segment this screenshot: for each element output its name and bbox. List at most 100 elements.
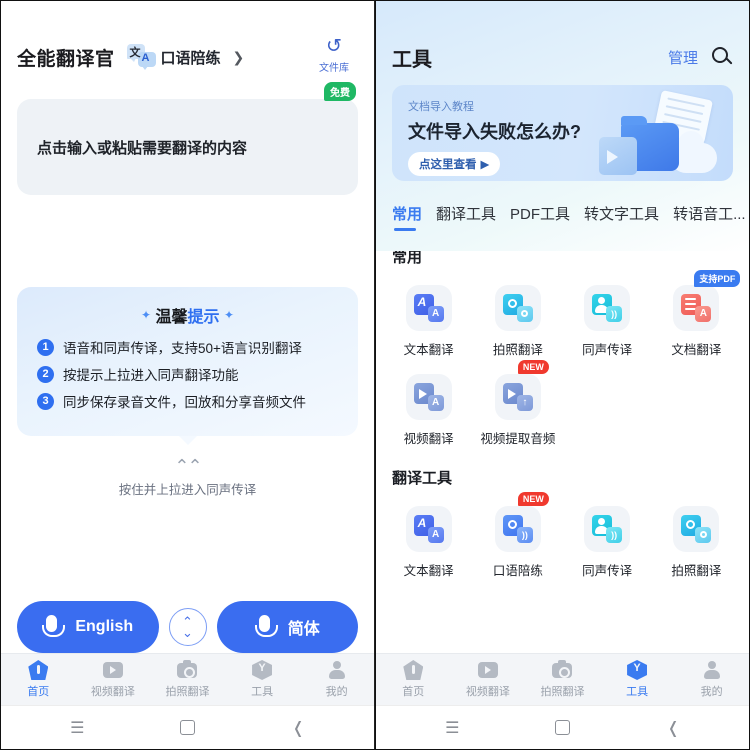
tool-photo-translate-2[interactable]: 拍照翻译	[652, 496, 741, 585]
tool-text-translate-2[interactable]: A A 文本翻译	[384, 496, 473, 585]
tools-grid-translate: A A 文本翻译 NEW )) 口语陪练)) 同声传译 拍照翻译	[376, 490, 749, 585]
tool-spoken-practice[interactable]: NEW )) 口语陪练	[473, 491, 562, 585]
tab-translate-tools[interactable]: 翻译工具	[436, 203, 496, 232]
nav-item-home[interactable]: 首页	[376, 660, 451, 699]
app-header: 全能翻译官 文 A 口语陪练 ❯ ↺ 文件库	[1, 29, 374, 85]
nav-label: 视频翻译	[465, 686, 510, 698]
banner-cta-button[interactable]: 点这里查看 ▶	[408, 152, 501, 176]
home-icon	[28, 660, 49, 680]
translate-input-card[interactable]: 免费 点击输入或粘贴需要翻译的内容	[17, 82, 358, 195]
tab-common[interactable]: 常用	[392, 203, 422, 232]
tools-grid-common: A A 文本翻译 拍照翻译)) 同声传译 支持PDF A 文档翻译 A 视频翻…	[376, 269, 749, 453]
tip-text: 语音和同声传译，支持50+语言识别翻译	[63, 341, 302, 356]
system-home-button[interactable]	[555, 720, 571, 735]
bubble-char-zh: 文	[129, 47, 141, 59]
nav-item-tools[interactable]: 工具	[225, 660, 300, 699]
nav-item-profile[interactable]: 我的	[674, 660, 749, 699]
tool-label: 文本翻译	[403, 342, 454, 357]
search-icon[interactable]	[712, 46, 733, 68]
tool-simultaneous-interpret[interactable]: )) 同声传译	[563, 275, 652, 364]
video-icon	[102, 660, 123, 680]
manage-button[interactable]: 管理	[668, 47, 698, 68]
tools-header: 工具 管理	[376, 29, 749, 85]
status-bar-left	[1, 1, 374, 29]
tab-to-text-tools[interactable]: 转文字工具	[584, 203, 659, 232]
spoken-practice-entry[interactable]: 文 A 口语陪练 ❯	[126, 44, 245, 70]
header-actions: 管理	[668, 46, 733, 68]
photo-translate-icon	[673, 505, 720, 552]
simultaneous-interpret-icon: ))	[584, 284, 631, 331]
nav-label: 视频翻译	[90, 686, 135, 698]
tools-icon	[252, 660, 273, 680]
translate-input-placeholder: 点击输入或粘贴需要翻译的内容	[37, 139, 248, 157]
system-menu-button[interactable]: ☰	[445, 718, 459, 738]
swap-vertical-icon: ⌃ ⌄	[182, 614, 193, 640]
pull-up-label: 按住并上拉进入同声传译	[118, 483, 257, 497]
chevron-right-icon: ❯	[232, 48, 245, 65]
nav-item-home[interactable]: 首页	[1, 660, 76, 699]
tip-row: 1 语音和同声传译，支持50+语言识别翻译	[37, 337, 344, 357]
star-icon-right: ✦	[223, 308, 235, 322]
tool-video-translate[interactable]: A 视频翻译	[384, 364, 473, 453]
tab-to-speech-tools[interactable]: 转语音工...	[673, 203, 746, 232]
nav-item-photo-translate[interactable]: 拍照翻译	[525, 660, 600, 699]
tool-label: 口语陪练	[492, 563, 543, 578]
system-back-button[interactable]: ❬	[666, 718, 679, 738]
nav-item-photo-translate[interactable]: 拍照翻译	[150, 660, 225, 699]
system-navigation-left: ☰ ❬	[1, 705, 374, 749]
tool-video-extract-audio[interactable]: NEW ↑ 视频提取音频	[473, 359, 562, 453]
tip-number: 3	[37, 392, 54, 410]
tip-text: 同步保存录音文件，回放和分享音频文件	[63, 395, 306, 410]
microphone-icon	[254, 615, 278, 639]
camera-icon	[177, 660, 198, 680]
play-arrow-icon: ▶	[480, 159, 490, 171]
tools-icon	[627, 660, 648, 680]
nav-label: 我的	[325, 686, 348, 698]
speech-bubble-translate-icon: 文 A	[126, 44, 157, 70]
nav-item-video-translate[interactable]: 视频翻译	[451, 660, 526, 699]
tool-label: 视频翻译	[403, 431, 454, 446]
pull-up-hint[interactable]: ⌃⌃ 按住并上拉进入同声传译	[1, 456, 374, 498]
tips-title-highlight: 提示	[187, 309, 220, 326]
text-translate-icon: A A	[405, 505, 452, 552]
promo-banner[interactable]: 文档导入教程 文件导入失败怎么办? 点这里查看 ▶	[392, 85, 733, 181]
microphone-icon	[42, 615, 66, 639]
new-badge: NEW	[517, 491, 549, 506]
source-language-label: English	[75, 618, 134, 635]
system-back-button[interactable]: ❬	[291, 718, 304, 738]
dual-screenshot: 全能翻译官 文 A 口语陪练 ❯ ↺ 文件库 免费 点击输入或粘贴需要翻译的内容	[0, 0, 750, 750]
nav-label: 我的	[700, 686, 723, 698]
page-title: 工具	[392, 48, 432, 71]
tool-simultaneous-interpret-2[interactable]: )) 同声传译	[563, 496, 652, 585]
video-icon	[477, 660, 498, 680]
source-language-button[interactable]: English	[17, 601, 159, 653]
tips-card: ✦ 温馨提示 ✦ 1 语音和同声传译，支持50+语言识别翻译 2 按提示上拉进入…	[17, 287, 358, 445]
tip-row: 2 按提示上拉进入同声翻译功能	[37, 364, 344, 384]
video-translate-icon: A	[405, 373, 452, 420]
system-menu-button[interactable]: ☰	[70, 718, 84, 738]
banner-illustration	[593, 90, 723, 175]
file-library-button[interactable]: ↺ 文件库	[308, 36, 360, 75]
system-home-button[interactable]	[180, 720, 196, 735]
tool-label: 同声传译	[582, 342, 633, 357]
tool-text-translate[interactable]: A A 文本翻译	[384, 275, 473, 364]
tip-text: 按提示上拉进入同声翻译功能	[63, 368, 239, 383]
camera-icon	[552, 660, 573, 680]
tool-label: 视频提取音频	[480, 431, 556, 446]
tool-document-translate[interactable]: 支持PDF A 文档翻译	[652, 269, 741, 364]
tab-pdf-tools[interactable]: PDF工具	[510, 203, 570, 232]
section-title-translate-tools: 翻译工具	[392, 469, 453, 487]
nav-item-video-translate[interactable]: 视频翻译	[76, 660, 151, 699]
simultaneous-interpret-icon: ))	[584, 505, 631, 552]
system-navigation-right: ☰ ❬	[376, 705, 749, 749]
chevron-up-double-icon: ⌃⌃	[174, 456, 202, 476]
free-badge: 免费	[324, 82, 356, 101]
document-translate-icon: A	[673, 284, 720, 331]
tool-photo-translate[interactable]: 拍照翻译	[473, 275, 562, 364]
target-language-button[interactable]: 简体	[216, 601, 358, 653]
tool-label: 拍照翻译	[492, 342, 543, 357]
swap-languages-button[interactable]: ⌃ ⌄	[168, 608, 207, 646]
history-icon: ↺	[326, 36, 342, 57]
nav-item-tools[interactable]: 工具	[600, 660, 675, 699]
nav-item-profile[interactable]: 我的	[299, 660, 374, 699]
